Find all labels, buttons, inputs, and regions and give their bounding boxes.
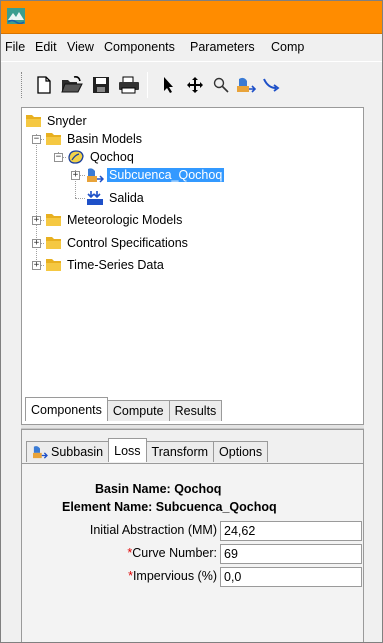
expand-toggle[interactable]: + [32,216,41,225]
curve-number-label: *Curve Number: [32,546,217,560]
tree-connector [36,134,37,270]
tab-subbasin[interactable]: Subbasin [26,441,110,462]
tree-node-control-specifications[interactable]: Control Specifications [46,234,190,252]
initial-abstraction-input[interactable] [220,521,362,541]
title-bar[interactable] [1,1,382,34]
zoom-icon[interactable] [210,74,232,96]
expand-toggle[interactable]: + [32,239,41,248]
tab-transform-label: Transform [151,445,209,459]
initial-abstraction-label: Initial Abstraction (MM) [32,523,217,537]
subbasin-tool-icon[interactable] [235,74,257,96]
arrow-pointer-icon[interactable] [157,74,179,96]
toolbar-separator [147,72,148,98]
loss-tab-panel: Basin Name: Qochoq Element Name: Subcuen… [22,463,363,642]
toolbar [1,61,382,107]
expand-toggle[interactable]: + [32,261,41,270]
explorer-tabs: Components Compute Results [25,397,364,425]
impervious-input[interactable] [220,567,362,587]
tree-label-control-specifications: Control Specifications [67,236,188,250]
open-folder-icon[interactable] [61,74,83,96]
tree-connector [75,198,85,199]
component-editor: Subbasin Loss Transform Options Basin Na… [21,429,364,642]
new-file-icon[interactable] [33,74,55,96]
menu-components[interactable]: Components [104,40,175,54]
menu-view[interactable]: View [67,40,94,54]
subbasin-icon [33,446,48,459]
tree-label-time-series-data: Time-Series Data [67,258,164,272]
tree-node-basin[interactable]: Qochoq [67,148,136,166]
toolbar-grip[interactable] [21,72,23,98]
menu-compute[interactable]: Comp [271,40,304,54]
tab-compute[interactable]: Compute [106,400,170,421]
save-icon[interactable] [90,74,112,96]
editor-tabs: Subbasin Loss Transform Options [26,438,360,462]
reach-tool-icon[interactable] [261,74,283,96]
basin-name-text: Basin Name: Qochoq [95,482,222,496]
subbasin-icon [87,168,104,183]
tab-loss-label: Loss [114,443,141,458]
initial-abstraction-label-text: Initial Abstraction (MM) [89,523,217,537]
app-logo-icon [7,8,25,24]
move-pan-icon[interactable] [184,74,206,96]
expand-toggle[interactable]: + [71,171,80,180]
application-window: File Edit View Components Parameters Com… [0,0,383,643]
folder-icon [46,214,61,226]
tree-node-time-series-data[interactable]: Time-Series Data [46,256,166,274]
tree-node-sink[interactable]: Salida [86,189,146,207]
watershed-explorer-tree: Snyder − Basin Models − Qochoq + Subcuen… [21,107,364,425]
tree-label-basin: Qochoq [90,150,134,164]
tree-node-meteorologic-models[interactable]: Meteorologic Models [46,211,184,229]
tree-label-sink: Salida [109,191,144,205]
curve-number-input[interactable] [220,544,362,564]
tab-subbasin-label: Subbasin [51,445,104,459]
tab-components-label: Components [31,402,102,417]
folder-icon [26,115,41,127]
folder-icon [46,133,61,145]
tree-node-subbasin[interactable]: Subcuenca_Qochoq [86,166,225,184]
menu-bar: File Edit View Components Parameters Com… [1,34,382,61]
tree-label-basin-models: Basin Models [67,132,143,146]
tab-transform[interactable]: Transform [145,441,215,462]
basin-model-icon [68,150,84,164]
curve-number-label-text: Curve Number: [132,546,217,560]
tab-results[interactable]: Results [168,400,223,421]
impervious-label-text: Impervious (%) [132,569,217,583]
tab-components[interactable]: Components [25,397,108,421]
tree-label-meteorologic-models: Meteorologic Models [67,213,183,227]
tab-options-label: Options [219,445,263,459]
tree-label-subbasin: Subcuenca_Qochoq [107,168,225,182]
collapse-toggle[interactable]: − [54,153,63,162]
print-icon[interactable] [118,74,140,96]
impervious-label: *Impervious (%) [32,569,217,583]
folder-icon [46,259,61,271]
tab-loss[interactable]: Loss [108,438,147,462]
menu-edit[interactable]: Edit [35,40,57,54]
tab-results-label: Results [174,404,217,418]
tree-node-basin-models[interactable]: Basin Models [46,130,144,148]
tree-label-project: Snyder [47,114,87,128]
element-name-text: Element Name: Subcuenca_Qochoq [62,500,277,514]
sink-icon [87,191,103,205]
menu-parameters[interactable]: Parameters [190,40,255,54]
folder-icon [46,237,61,249]
tab-options[interactable]: Options [213,441,269,462]
collapse-toggle[interactable]: − [32,135,41,144]
menu-file[interactable]: File [5,40,25,54]
tab-compute-label: Compute [112,404,164,418]
tree-node-project[interactable]: Snyder [26,112,89,130]
